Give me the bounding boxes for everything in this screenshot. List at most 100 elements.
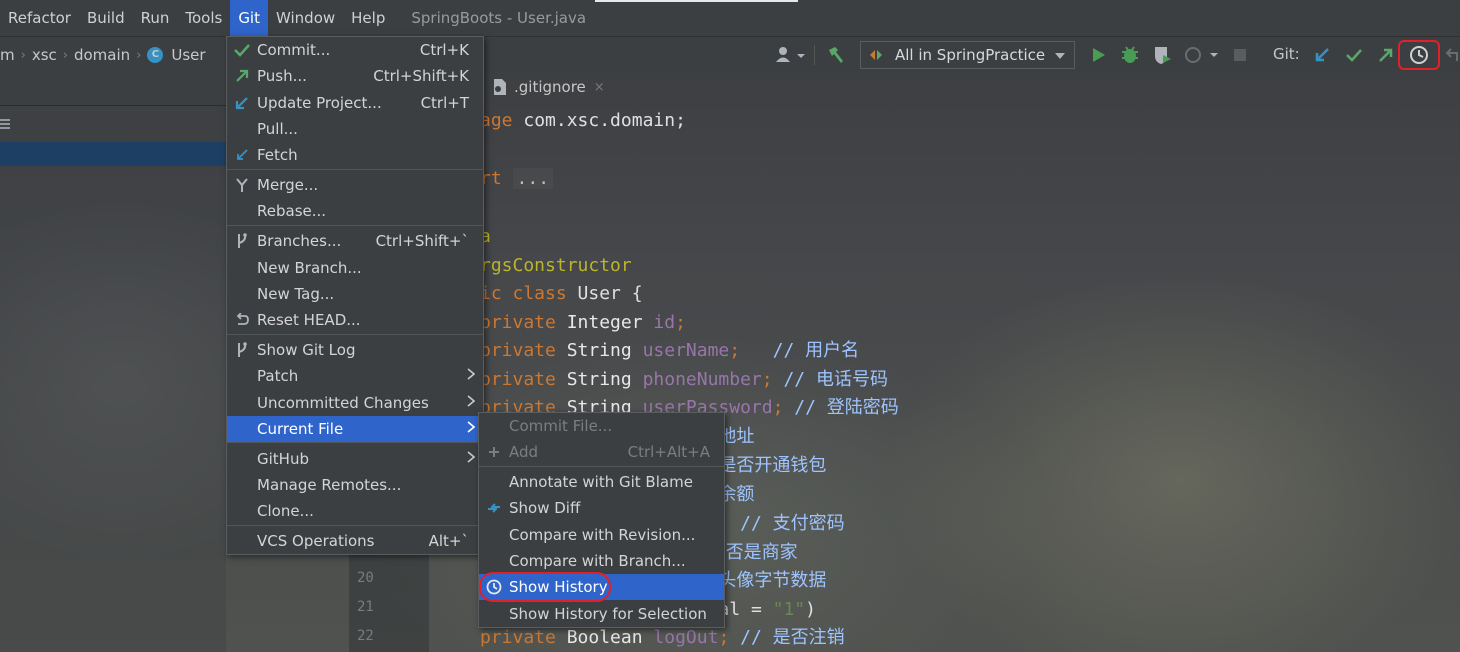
code-line[interactable]: private String userName; // 用户名	[480, 336, 859, 365]
merge-icon	[227, 177, 257, 193]
git-update-icon[interactable]	[1310, 43, 1334, 67]
code-line[interactable]: private Integer id;	[480, 308, 686, 337]
profile-icon[interactable]	[1182, 43, 1222, 67]
git-menu-item-commit[interactable]: Commit... Ctrl+K	[227, 37, 483, 63]
breadcrumb-item[interactable]: xsc	[32, 46, 57, 64]
current-file-item-annotate-with-git-blame[interactable]: Annotate with Git Blame	[479, 469, 724, 495]
git-commit-icon[interactable]	[1342, 43, 1366, 67]
git-menu-item-update-project[interactable]: Update Project... Ctrl+T	[227, 90, 483, 116]
code-token: logOut	[653, 627, 719, 648]
git-menu-item-vcs-operations[interactable]: VCS Operations Alt+`	[227, 528, 483, 554]
code-token: // 登陆密码	[794, 397, 899, 418]
code-token: Integer	[566, 312, 654, 333]
git-menu-item-manage-remotes[interactable]: Manage Remotes...	[227, 472, 483, 498]
git-menu-item-current-file[interactable]: Current File	[227, 416, 483, 442]
git-menu-item-rebase[interactable]: Rebase...	[227, 198, 483, 224]
git-menu-item-reset-head[interactable]: Reset HEAD...	[227, 307, 483, 333]
stop-icon[interactable]	[1230, 43, 1250, 67]
menu-build[interactable]: Build	[79, 0, 133, 36]
project-tree-selected-row[interactable]	[0, 142, 226, 166]
current-file-item-compare-with-branch[interactable]: Compare with Branch...	[479, 548, 724, 574]
code-token: String	[566, 340, 643, 361]
code-line[interactable]: ic class User {	[480, 279, 643, 308]
git-label: Git:	[1273, 45, 1300, 63]
close-icon[interactable]: ×	[594, 80, 605, 95]
current-file-item-commit-file[interactable]: Commit File...	[479, 413, 724, 439]
breadcrumb-item[interactable]: User	[171, 46, 205, 64]
git-menu-item-show-git-log[interactable]: Show Git Log	[227, 337, 483, 363]
code-token: ;	[761, 369, 784, 390]
debug-icon[interactable]	[1118, 43, 1142, 67]
git-menu-item-new-tag[interactable]: New Tag...	[227, 281, 483, 307]
plus-icon	[479, 446, 509, 458]
git-menu-item-clone[interactable]: Clone...	[227, 498, 483, 524]
git-menu-item-branches[interactable]: Branches... Ctrl+Shift+`	[227, 228, 483, 254]
menu-item-label: Commit...	[257, 41, 331, 59]
line-number: 20	[357, 570, 374, 586]
menu-refactor[interactable]: Refactor	[0, 0, 79, 36]
code-token: private	[480, 627, 567, 648]
menu-divider	[227, 225, 483, 226]
code-line[interactable]: private String phoneNumber; // 电话号码	[480, 365, 888, 394]
git-menu-item-uncommitted-changes[interactable]: Uncommitted Changes	[227, 390, 483, 416]
run-icon[interactable]	[1088, 43, 1110, 67]
menu-git[interactable]: Git	[230, 0, 268, 36]
git-menu-item-fetch[interactable]: Fetch	[227, 142, 483, 168]
menu-item-label: Commit File...	[509, 417, 613, 435]
menu-divider	[227, 334, 483, 335]
menu-item-label: Uncommitted Changes	[257, 394, 429, 412]
line-number: 22	[357, 628, 374, 644]
menu-item-label: Update Project...	[257, 94, 382, 112]
git-menu-item-github[interactable]: GitHub	[227, 446, 483, 472]
git-menu-item-pull[interactable]: Pull...	[227, 116, 483, 142]
code-token: age	[480, 110, 524, 131]
collapse-all-icon[interactable]	[0, 116, 12, 132]
navigation-toolbar: m › xsc › domain › C User All in SpringP…	[0, 36, 1460, 72]
menu-item-label: New Branch...	[257, 259, 362, 277]
menu-item-label: Manage Remotes...	[257, 476, 402, 494]
code-line[interactable]: age com.xsc.domain;	[480, 106, 686, 135]
menu-item-label: Compare with Branch...	[509, 552, 686, 570]
tab-label: .gitignore	[514, 78, 586, 96]
git-menu-item-merge[interactable]: Merge...	[227, 172, 483, 198]
user-icon[interactable]	[772, 43, 808, 67]
git-menu-item-new-branch[interactable]: New Branch...	[227, 255, 483, 281]
code-token: ;	[718, 627, 741, 648]
git-push-icon[interactable]	[1374, 43, 1398, 67]
coverage-icon[interactable]	[1150, 43, 1174, 67]
current-file-item-show-diff[interactable]: Show Diff	[479, 495, 724, 521]
menu-run[interactable]: Run	[133, 0, 178, 36]
code-line[interactable]: rt ...	[480, 164, 554, 193]
chevron-right-icon: ›	[20, 47, 26, 63]
menu-help[interactable]: Help	[343, 0, 393, 36]
run-configuration-select[interactable]: All in SpringPractice	[860, 41, 1075, 69]
git-menu-item-patch[interactable]: Patch	[227, 363, 483, 389]
current-file-item-add[interactable]: Add Ctrl+Alt+A	[479, 439, 724, 465]
breadcrumb-item[interactable]: domain	[74, 46, 130, 64]
menu-item-label: Add	[509, 443, 539, 461]
hammer-icon[interactable]	[822, 43, 850, 67]
current-file-item-show-history-for-selection[interactable]: Show History for Selection	[479, 601, 724, 627]
current-file-item-compare-with-revision[interactable]: Compare with Revision...	[479, 522, 724, 548]
menu-tools[interactable]: Tools	[177, 0, 230, 36]
menu-item-label: VCS Operations	[257, 532, 375, 550]
menu-item-label: Merge...	[257, 176, 319, 194]
project-panel-header	[0, 72, 226, 106]
window-top-edge	[595, 0, 798, 2]
code-token: // 是否注销	[740, 627, 845, 648]
menu-item-label: GitHub	[257, 450, 309, 468]
branch-icon	[227, 233, 257, 249]
code-token: Boolean	[566, 627, 654, 648]
menu-item-shortcut: Alt+`	[428, 532, 469, 550]
configuration-icon	[870, 50, 882, 60]
git-menu-item-push[interactable]: Push... Ctrl+Shift+K	[227, 63, 483, 89]
menu-window[interactable]: Window	[268, 0, 343, 36]
breadcrumb-item[interactable]: m	[0, 46, 15, 64]
push-arrow-icon	[227, 69, 257, 83]
rollback-icon[interactable]	[1444, 43, 1460, 67]
menu-item-label: Compare with Revision...	[509, 526, 696, 544]
tab-gitignore[interactable]: .gitignore ×	[492, 78, 605, 96]
code-line[interactable]: rgsConstructor	[480, 251, 632, 280]
diff-icon	[479, 500, 509, 516]
menu-item-label: Clone...	[257, 502, 314, 520]
